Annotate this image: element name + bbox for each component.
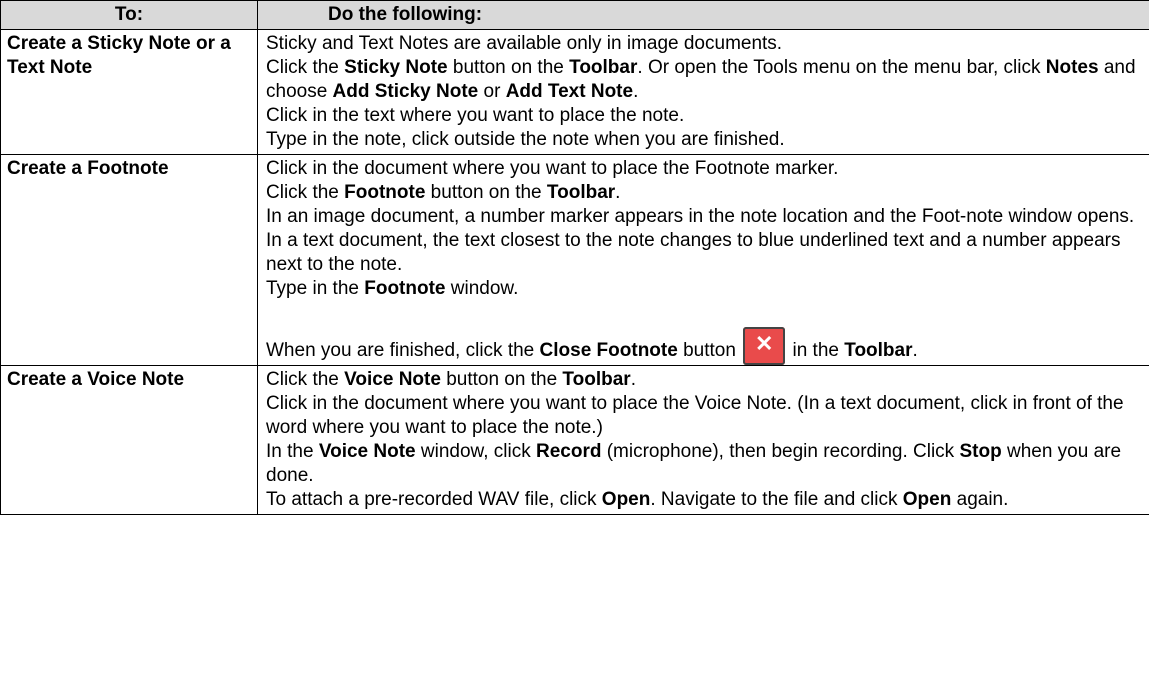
toolbar-bold: Toolbar — [844, 340, 913, 361]
bold-term: Footnote — [344, 182, 426, 203]
close-footnote-text: When you are finished, click the Close F… — [266, 327, 918, 365]
text-run: Click the — [266, 369, 345, 390]
bold-term: Sticky Note — [344, 57, 448, 78]
task-cell: Create a Footnote — [0, 154, 258, 366]
instruction-line: Click the Footnote button on the Toolbar… — [266, 181, 1141, 205]
text-run: In a text document, the text closest to … — [266, 230, 1126, 275]
close-x-glyph: ✕ — [754, 331, 774, 356]
instruction-lines: Click in the document where you want to … — [266, 157, 1141, 301]
bold-term: Footnote — [364, 278, 446, 299]
close-middle-text: button — [677, 340, 736, 361]
task-cell: Create a Voice Note — [0, 365, 258, 515]
instruction-line: In the Voice Note window, click Record (… — [266, 440, 1141, 488]
text-run: window. — [445, 278, 519, 299]
text-run: button on the — [425, 182, 547, 203]
instructions-table: To: Do the following: Create a Sticky No… — [0, 0, 1149, 515]
text-run: Type in the — [266, 278, 365, 299]
bold-term: Record — [535, 441, 602, 462]
instruction-line: Type in the Footnote window. — [266, 277, 1141, 301]
table-row: Create a Sticky Note or a Text Note Stic… — [0, 29, 1149, 155]
instruction-line: In a text document, the text closest to … — [266, 229, 1141, 277]
bold-term: Toolbar — [546, 182, 616, 203]
text-run: In an image document, a number marker ap… — [266, 206, 1135, 227]
instruction-line: Click the Sticky Note button on the Tool… — [266, 56, 1141, 104]
text-run: In the — [266, 441, 319, 462]
text-run: . — [633, 81, 639, 102]
instructions-cell: Sticky and Text Notes are available only… — [257, 29, 1149, 155]
bold-term: Stop — [959, 441, 1002, 462]
table-header: To: Do the following: — [0, 0, 1149, 30]
text-run: . Navigate to the file and click — [650, 489, 903, 510]
text-run: Click in the text where you want to plac… — [266, 105, 685, 126]
header-to: To: — [0, 0, 258, 30]
table-row: Create a Voice Note Click the Voice Note… — [0, 365, 1149, 515]
text-run: window, click — [415, 441, 536, 462]
instruction-line: Click in the text where you want to plac… — [266, 104, 1141, 128]
task-label: Create a Sticky Note or a Text Note — [7, 33, 231, 78]
text-run: Sticky and Text Notes are available only… — [266, 33, 783, 54]
text-run: Click in the document where you want to … — [266, 393, 1129, 438]
text-run: To attach a pre-recorded WAV file, click — [266, 489, 602, 510]
bold-term: Voice Note — [344, 369, 441, 390]
header-row: To: Do the following: — [0, 0, 1149, 30]
text-run: (microphone), then begin recording. Clic… — [601, 441, 960, 462]
text-run: again. — [951, 489, 1009, 510]
bold-term: Toolbar — [569, 57, 638, 78]
bold-term: Voice Note — [318, 441, 416, 462]
bold-term: Add Sticky Note — [332, 81, 479, 102]
close-footnote-instruction: When you are finished, click the Close F… — [266, 327, 1141, 365]
text-run: . — [615, 182, 621, 203]
text-run: Click the — [266, 182, 345, 203]
table-row: Create a Footnote Click in the document … — [0, 154, 1149, 366]
instruction-line: In an image document, a number marker ap… — [266, 205, 1141, 229]
text-run: button on the — [447, 57, 570, 78]
close-end-text: . — [912, 340, 918, 361]
instruction-lines: Sticky and Text Notes are available only… — [266, 32, 1141, 152]
text-run: Click the — [266, 57, 345, 78]
text-run: Click in the document where you want to … — [266, 158, 839, 179]
bold-term: Add Text Note — [505, 81, 634, 102]
text-run: . — [630, 369, 636, 390]
bold-term: Open — [601, 489, 651, 510]
task-label: Create a Voice Note — [7, 369, 185, 390]
close-footnote-icon: ✕ — [743, 327, 786, 365]
bold-term: Open — [902, 489, 952, 510]
close-after-text: in the — [787, 340, 845, 361]
bold-term: Toolbar — [562, 369, 631, 390]
table-body: Create a Sticky Note or a Text Note Stic… — [0, 29, 1149, 515]
close-before-text: When you are finished, click the — [266, 340, 540, 361]
instruction-lines: Click the Voice Note button on the Toolb… — [266, 368, 1141, 512]
close-footnote-bold: Close Footnote — [539, 340, 678, 361]
text-run: or — [478, 81, 506, 102]
instructions-cell: Click in the document where you want to … — [257, 154, 1149, 366]
text-run: Type in the note, click outside the note… — [266, 129, 785, 150]
instruction-line: Type in the note, click outside the note… — [266, 128, 1141, 152]
text-run: button on the — [440, 369, 563, 390]
instruction-line: Click in the document where you want to … — [266, 392, 1141, 440]
instruction-line: Sticky and Text Notes are available only… — [266, 32, 1141, 56]
instruction-line: Click in the document where you want to … — [266, 157, 1141, 181]
instruction-line: To attach a pre-recorded WAV file, click… — [266, 488, 1141, 512]
text-run: . Or open the Tools menu on the menu bar… — [637, 57, 1046, 78]
instruction-line: Click the Voice Note button on the Toolb… — [266, 368, 1141, 392]
task-cell: Create a Sticky Note or a Text Note — [0, 29, 258, 155]
task-label: Create a Footnote — [7, 158, 169, 179]
bold-term: Notes — [1045, 57, 1099, 78]
header-do-the-following: Do the following: — [257, 0, 1149, 30]
instructions-cell: Click the Voice Note button on the Toolb… — [257, 365, 1149, 515]
